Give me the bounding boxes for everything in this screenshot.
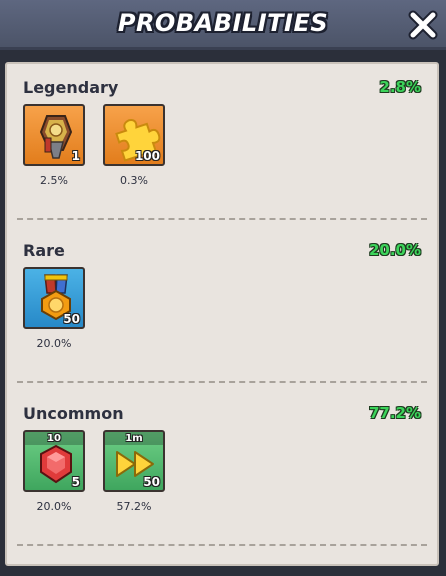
reward-quantity: 100 [134,149,160,163]
reward-item: 1m 50 57.2% [103,430,165,513]
reward-top-label: 1m [105,432,163,445]
reward-item: 1 2.5% [23,104,85,187]
header-bar: PROBABILITIES [0,0,446,50]
section-divider [17,218,427,220]
section-percent: 77.2% [368,404,421,422]
reward-quantity: 1 [71,149,80,163]
reward-chance: 20.0% [36,337,72,350]
section-percent: 2.8% [379,78,421,96]
reward-chance: 0.3% [120,174,148,187]
reward-quantity: 50 [63,312,80,326]
reward-quantity: 50 [143,475,160,489]
section-title: Uncommon [23,404,124,423]
reward-item: 100 0.3% [103,104,165,187]
section-title: Legendary [23,78,119,97]
reward-item: 50 20.0% [23,267,85,350]
section-divider [17,544,427,546]
page-title: PROBABILITIES [117,9,329,37]
reward-tile[interactable]: 50 [23,267,85,329]
section-title: Rare [23,241,65,260]
reward-tile[interactable]: 10 5 [23,430,85,492]
section-divider [17,381,427,383]
section-percent: 20.0% [368,241,421,259]
reward-tile[interactable]: 1m 50 [103,430,165,492]
close-icon[interactable] [408,10,438,40]
reward-chance: 57.2% [116,500,152,513]
reward-chance: 20.0% [36,500,72,513]
reward-tile[interactable]: 1 [23,104,85,166]
probabilities-panel: Legendary 2.8% 1 2.5% 100 0.3% Rare 20.0… [5,62,439,566]
reward-quantity: 5 [71,475,80,489]
reward-chance: 2.5% [40,174,68,187]
reward-item: 10 5 20.0% [23,430,85,513]
reward-tile[interactable]: 100 [103,104,165,166]
reward-top-label: 10 [25,432,83,445]
